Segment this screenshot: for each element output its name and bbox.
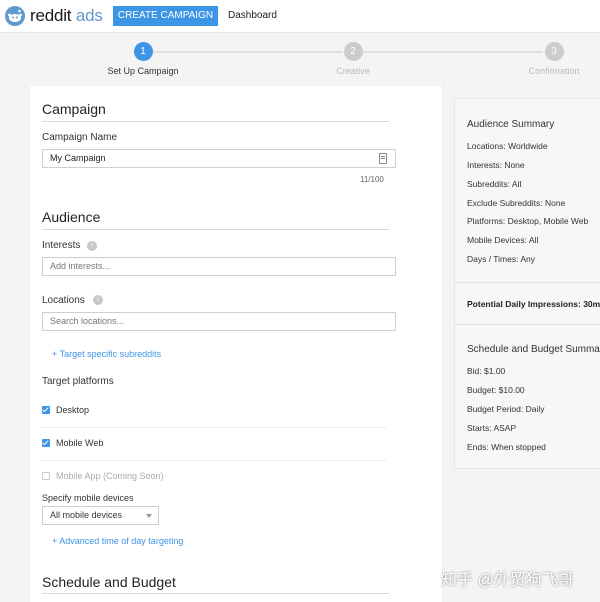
mobile-devices-label: Specify mobile devices (42, 493, 134, 503)
summary-item: Ends: When stopped (467, 442, 546, 452)
divider (42, 460, 387, 461)
top-nav: reddit ads CREATE CAMPAIGN Dashboard (0, 0, 600, 33)
section-divider (42, 229, 389, 230)
step-number: 3 (544, 42, 564, 61)
reddit-alien-icon[interactable] (5, 6, 25, 26)
char-count: 11/100 (360, 175, 384, 184)
summary-divider (455, 324, 600, 325)
summary-item: Exclude Subreddits: None (467, 198, 566, 208)
summary-item: Subreddits: All (467, 179, 522, 189)
interests-label: Interests (42, 240, 81, 251)
watermark: 知乎 @外贸狗飞哥 (441, 572, 574, 589)
desktop-checkbox[interactable] (42, 406, 50, 414)
summary-item: Budget: $10.00 (467, 385, 525, 395)
divider (42, 427, 387, 428)
campaign-name-value: My Campaign (50, 153, 106, 163)
step-label: Creative (336, 66, 370, 76)
summary-panel: Audience Summary Locations: Worldwide In… (454, 98, 600, 469)
step-confirmation: 3 Confirmation (494, 42, 600, 76)
step-set-up-campaign: 1 Set Up Campaign (83, 42, 203, 76)
create-campaign-button[interactable]: CREATE CAMPAIGN (113, 6, 218, 26)
mobile-devices-select[interactable]: All mobile devices (42, 506, 159, 525)
potential-impressions: Potential Daily Impressions: 30m (467, 299, 600, 309)
summary-item: Locations: Worldwide (467, 141, 548, 151)
locations-input[interactable]: Search locations... (42, 312, 396, 331)
step-number: 1 (133, 42, 153, 61)
campaign-name-label: Campaign Name (42, 132, 118, 143)
mobile-devices-value: All mobile devices (50, 510, 123, 520)
summary-divider (455, 282, 600, 283)
summary-item: Platforms: Desktop, Mobile Web (467, 216, 589, 226)
step-number: 2 (343, 42, 363, 61)
chevron-down-icon (146, 514, 152, 518)
step-label: Set Up Campaign (107, 66, 179, 76)
campaign-form: Campaign Campaign Name My Campaign 11/10… (30, 86, 443, 602)
info-icon[interactable]: i (93, 295, 103, 305)
mobile-web-label: Mobile Web (56, 438, 104, 448)
section-divider (42, 121, 389, 122)
summary-item: Bid: $1.00 (467, 366, 506, 376)
section-divider (42, 593, 389, 594)
dashboard-link[interactable]: Dashboard (228, 6, 277, 26)
logo-text-ads: ads (75, 6, 103, 25)
mobile-app-checkbox (42, 472, 50, 480)
campaign-section-title: Campaign (42, 101, 106, 117)
summary-item: Interests: None (467, 160, 525, 170)
logo[interactable]: reddit ads (30, 6, 103, 26)
campaign-name-input[interactable]: My Campaign (42, 149, 396, 168)
step-creative: 2 Creative (293, 42, 413, 76)
advanced-time-targeting-link[interactable]: + Advanced time of day targeting (52, 536, 183, 546)
target-platforms-label: Target platforms (42, 376, 114, 387)
summary-item: Starts: ASAP (467, 423, 517, 433)
logo-text-main: reddit (30, 6, 72, 25)
schedule-summary-title: Schedule and Budget Summary (467, 344, 600, 355)
summary-item: Budget Period: Daily (467, 404, 545, 414)
mobile-web-checkbox[interactable] (42, 439, 50, 447)
summary-item: Days / Times: Any (467, 254, 536, 264)
audience-summary-title: Audience Summary (467, 119, 555, 130)
desktop-label: Desktop (56, 405, 90, 415)
schedule-section-title: Schedule and Budget (42, 574, 176, 590)
counter-icon (379, 153, 387, 164)
step-label: Confirmation (528, 66, 580, 76)
audience-section-title: Audience (42, 209, 101, 225)
info-icon[interactable]: i (87, 241, 97, 251)
target-subreddits-link[interactable]: + Target specific subreddits (52, 349, 161, 359)
mobile-app-label: Mobile App (Coming Soon) (56, 471, 164, 481)
summary-item: Mobile Devices: All (467, 235, 539, 245)
locations-label: Locations (42, 295, 85, 306)
interests-input[interactable]: Add interests... (42, 257, 396, 276)
